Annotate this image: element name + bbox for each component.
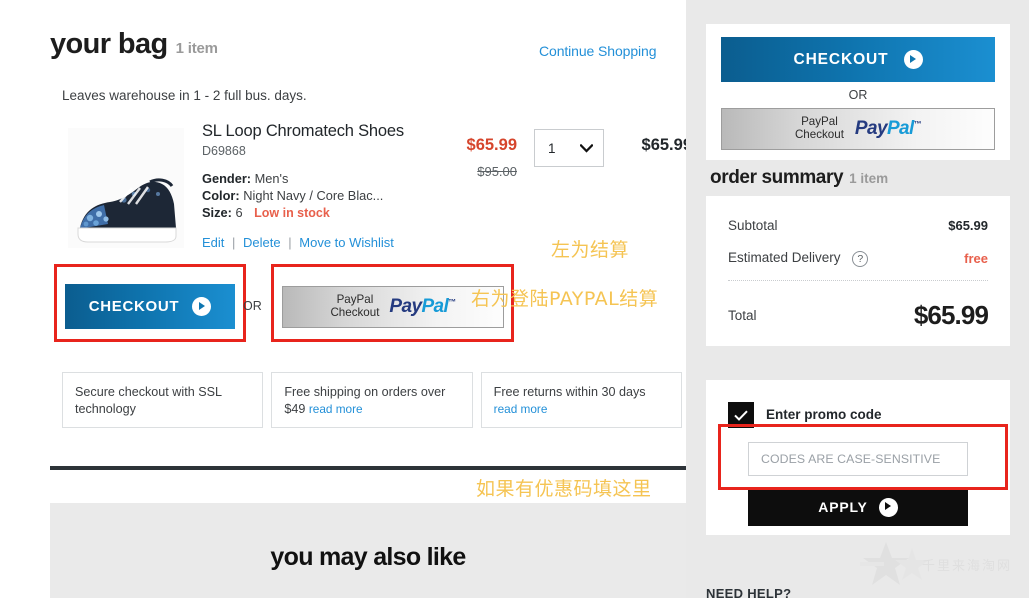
product-name[interactable]: SL Loop Chromatech Shoes bbox=[202, 122, 452, 141]
apply-button-label: APPLY bbox=[818, 499, 868, 515]
attribute-size: Size: 6 Low in stock bbox=[202, 204, 452, 222]
checkout-button[interactable]: CHECKOUT bbox=[65, 284, 235, 329]
cart-line-item: SL Loop Chromatech Shoes D69868 Gender: … bbox=[62, 122, 692, 252]
product-original-price: $95.00 bbox=[477, 164, 517, 179]
attribute-gender: Gender: Men's bbox=[202, 170, 452, 187]
annotation-text-promo: 如果有优惠码填这里 bbox=[476, 478, 652, 500]
delivery-label-group: Estimated Delivery ? bbox=[728, 250, 869, 267]
paypal-logo-part-b: Pal bbox=[421, 296, 449, 317]
product-sale-price: $65.99 bbox=[466, 136, 517, 154]
cart-page: your bag 1 item Continue Shopping Leaves… bbox=[0, 0, 1029, 598]
paypal-logo-part-b: Pal bbox=[886, 118, 914, 139]
promo-code-label: Enter promo code bbox=[766, 407, 882, 422]
continue-shopping-link[interactable]: Continue Shopping bbox=[539, 43, 657, 59]
attribute-color: Color: Night Navy / Core Blac... bbox=[202, 187, 452, 204]
summary-row-total: Total $65.99 bbox=[728, 300, 989, 331]
benefit-item: Secure checkout with SSL technology bbox=[62, 372, 264, 428]
action-separator-2: | bbox=[288, 235, 292, 250]
total-label: Total bbox=[728, 308, 757, 323]
you-may-also-like-title: you may also like bbox=[270, 543, 466, 571]
sidebar-checkout-button[interactable]: CHECKOUT bbox=[721, 37, 995, 82]
watermark: 千里来海淘网 bbox=[860, 538, 1029, 598]
read-more-link[interactable]: read more bbox=[494, 402, 548, 416]
benefit-item: Free returns within 30 days read more bbox=[480, 372, 682, 428]
attribute-size-value: 6 bbox=[235, 205, 243, 220]
move-to-wishlist-link[interactable]: Move to Wishlist bbox=[299, 235, 394, 250]
attribute-gender-value: Men's bbox=[254, 171, 289, 186]
warehouse-note: Leaves warehouse in 1 - 2 full bus. days… bbox=[62, 88, 307, 103]
benefit-text: Free returns within 30 days bbox=[493, 385, 646, 399]
checkout-button-label: CHECKOUT bbox=[88, 298, 180, 315]
read-more-link[interactable]: read more bbox=[309, 402, 363, 416]
annotation-text-paypal-right: 右为登陆PAYPAL结算 bbox=[471, 288, 659, 310]
paypal-caption-line2: Checkout bbox=[794, 128, 844, 141]
sidebar-checkout-label: CHECKOUT bbox=[793, 50, 889, 68]
annotation-text-checkout-left: 左为结算 bbox=[551, 239, 630, 261]
arrow-right-icon bbox=[192, 297, 212, 316]
paypal-button-caption: PayPal Checkout bbox=[795, 116, 844, 141]
benefits-bar: Secure checkout with SSL technology Free… bbox=[62, 372, 682, 428]
paypal-trademark: ™ bbox=[913, 119, 922, 129]
delete-link[interactable]: Delete bbox=[243, 235, 281, 250]
product-info: SL Loop Chromatech Shoes D69868 Gender: … bbox=[202, 122, 452, 250]
attribute-gender-label: Gender: bbox=[202, 171, 252, 186]
order-summary-heading: order summary 1 item bbox=[710, 167, 888, 189]
paypal-logo-icon: PayPal™ bbox=[854, 118, 922, 140]
page-title: your bag bbox=[50, 28, 168, 60]
section-divider bbox=[50, 466, 686, 470]
total-value: $65.99 bbox=[913, 300, 989, 330]
chevron-down-icon bbox=[580, 143, 593, 153]
apply-promo-button[interactable]: APPLY bbox=[748, 488, 968, 526]
product-price-column: $65.99 $95.00 bbox=[447, 136, 517, 179]
product-attributes: Gender: Men's Color: Night Navy / Core B… bbox=[202, 170, 452, 222]
paypal-logo-part-a: Pay bbox=[854, 118, 888, 139]
quantity-select[interactable]: 1 bbox=[534, 129, 604, 167]
summary-row-subtotal: Subtotal $65.99 bbox=[728, 218, 988, 233]
paypal-button-caption: PayPal Checkout bbox=[330, 294, 379, 319]
order-summary-title: order summary bbox=[710, 167, 844, 188]
product-thumbnail[interactable] bbox=[62, 124, 190, 252]
check-icon bbox=[734, 410, 748, 421]
summary-row-delivery: Estimated Delivery ? free bbox=[728, 250, 988, 267]
you-may-also-like-section: you may also like bbox=[50, 503, 686, 598]
attribute-color-label: Color: bbox=[202, 188, 240, 203]
or-divider-label: OR bbox=[243, 299, 262, 313]
delivery-label: Estimated Delivery bbox=[728, 250, 841, 265]
action-separator-1: | bbox=[232, 235, 236, 250]
paypal-caption-line1: PayPal bbox=[336, 293, 374, 307]
product-actions: Edit | Delete | Move to Wishlist bbox=[202, 235, 452, 250]
benefit-item: Free shipping on orders over $49 read mo… bbox=[271, 372, 473, 428]
bag-item-count: 1 item bbox=[175, 40, 218, 57]
delivery-value: free bbox=[964, 251, 988, 266]
subtotal-value: $65.99 bbox=[948, 218, 988, 233]
stock-status-badge: Low in stock bbox=[254, 206, 330, 220]
watermark-text: 千里来海淘网 bbox=[922, 559, 1013, 574]
sidebar-paypal-button[interactable]: PayPal Checkout PayPal™ bbox=[721, 108, 995, 150]
product-sku: D69868 bbox=[202, 144, 246, 158]
sidebar-or-label: OR bbox=[848, 88, 868, 102]
paypal-caption-line1: PayPal bbox=[801, 115, 838, 129]
line-item-total: $65.99 bbox=[641, 136, 692, 154]
attribute-size-label: Size: bbox=[202, 205, 232, 220]
help-icon[interactable]: ? bbox=[852, 251, 869, 267]
paypal-logo-part-a: Pay bbox=[389, 296, 422, 317]
cart-sidebar: CHECKOUT OR PayPal Checkout PayPal™ Subt… bbox=[686, 0, 1029, 598]
benefit-text: Secure checkout with SSL technology bbox=[75, 385, 222, 416]
summary-divider bbox=[728, 280, 988, 281]
sidebar-checkout-panel: CHECKOUT OR PayPal Checkout PayPal™ bbox=[706, 24, 1010, 160]
paypal-caption-line2: Checkout bbox=[330, 306, 380, 319]
quantity-value: 1 bbox=[548, 140, 556, 156]
need-help-heading: NEED HELP? bbox=[706, 586, 792, 598]
order-summary-panel: Subtotal $65.99 Estimated Delivery ? fre… bbox=[706, 196, 1010, 346]
bag-header: your bag 1 item bbox=[50, 28, 218, 61]
subtotal-label: Subtotal bbox=[728, 218, 778, 233]
arrow-right-icon bbox=[878, 497, 898, 517]
order-summary-count: 1 item bbox=[849, 171, 889, 186]
paypal-trademark: ™ bbox=[448, 297, 456, 307]
paypal-logo-icon: PayPal™ bbox=[389, 296, 456, 318]
edit-link[interactable]: Edit bbox=[202, 235, 224, 250]
attribute-color-value: Night Navy / Core Blac... bbox=[243, 188, 384, 203]
arrow-right-icon bbox=[903, 50, 923, 69]
annotation-box-promo bbox=[718, 424, 1008, 490]
